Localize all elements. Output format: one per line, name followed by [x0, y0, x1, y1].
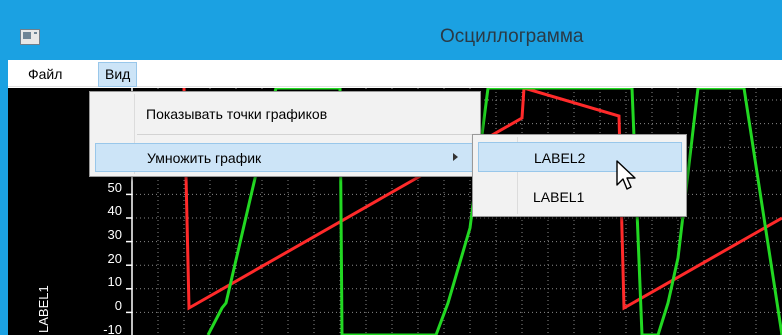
y-tick-label: 10: [107, 274, 122, 289]
submenu-item-label2[interactable]: LABEL2: [478, 142, 682, 172]
y-tick-label: 50: [107, 180, 122, 195]
menu-file[interactable]: Файл: [22, 63, 68, 86]
menu-item-label: Умножить график: [147, 150, 262, 166]
menu-view[interactable]: Вид: [98, 62, 138, 87]
app-window-icon[interactable]: [20, 29, 40, 45]
mouse-cursor-icon: [616, 160, 636, 190]
menu-item-multiply-chart[interactable]: Умножить график: [95, 143, 473, 172]
y-axis-label: LABEL1: [36, 285, 51, 333]
y-tick-label: 40: [107, 203, 122, 218]
submenu-item-label1[interactable]: LABEL1: [473, 182, 686, 212]
title-bar[interactable]: Осциллограмма: [0, 0, 782, 60]
menu-item-show-points[interactable]: Показывать точки графиков: [90, 100, 480, 128]
window-title: Осциллограмма: [440, 26, 584, 47]
y-tick-label: 0: [114, 298, 122, 313]
menu-separator: [137, 134, 477, 135]
y-tick-label: 20: [107, 251, 122, 266]
y-tick-label: 30: [107, 227, 122, 242]
menu-item-label: Показывать точки графиков: [146, 106, 328, 122]
view-dropdown-menu: Показывать точки графиков Умножить графи…: [89, 91, 481, 177]
submenu-item-label: LABEL1: [533, 189, 585, 205]
submenu-item-label: LABEL2: [534, 150, 586, 166]
y-tick-label: -10: [103, 322, 122, 335]
multiply-submenu: LABEL2 LABEL1: [472, 134, 687, 217]
menu-bar: Файл Вид: [8, 60, 782, 87]
submenu-arrow-icon: [453, 153, 458, 161]
